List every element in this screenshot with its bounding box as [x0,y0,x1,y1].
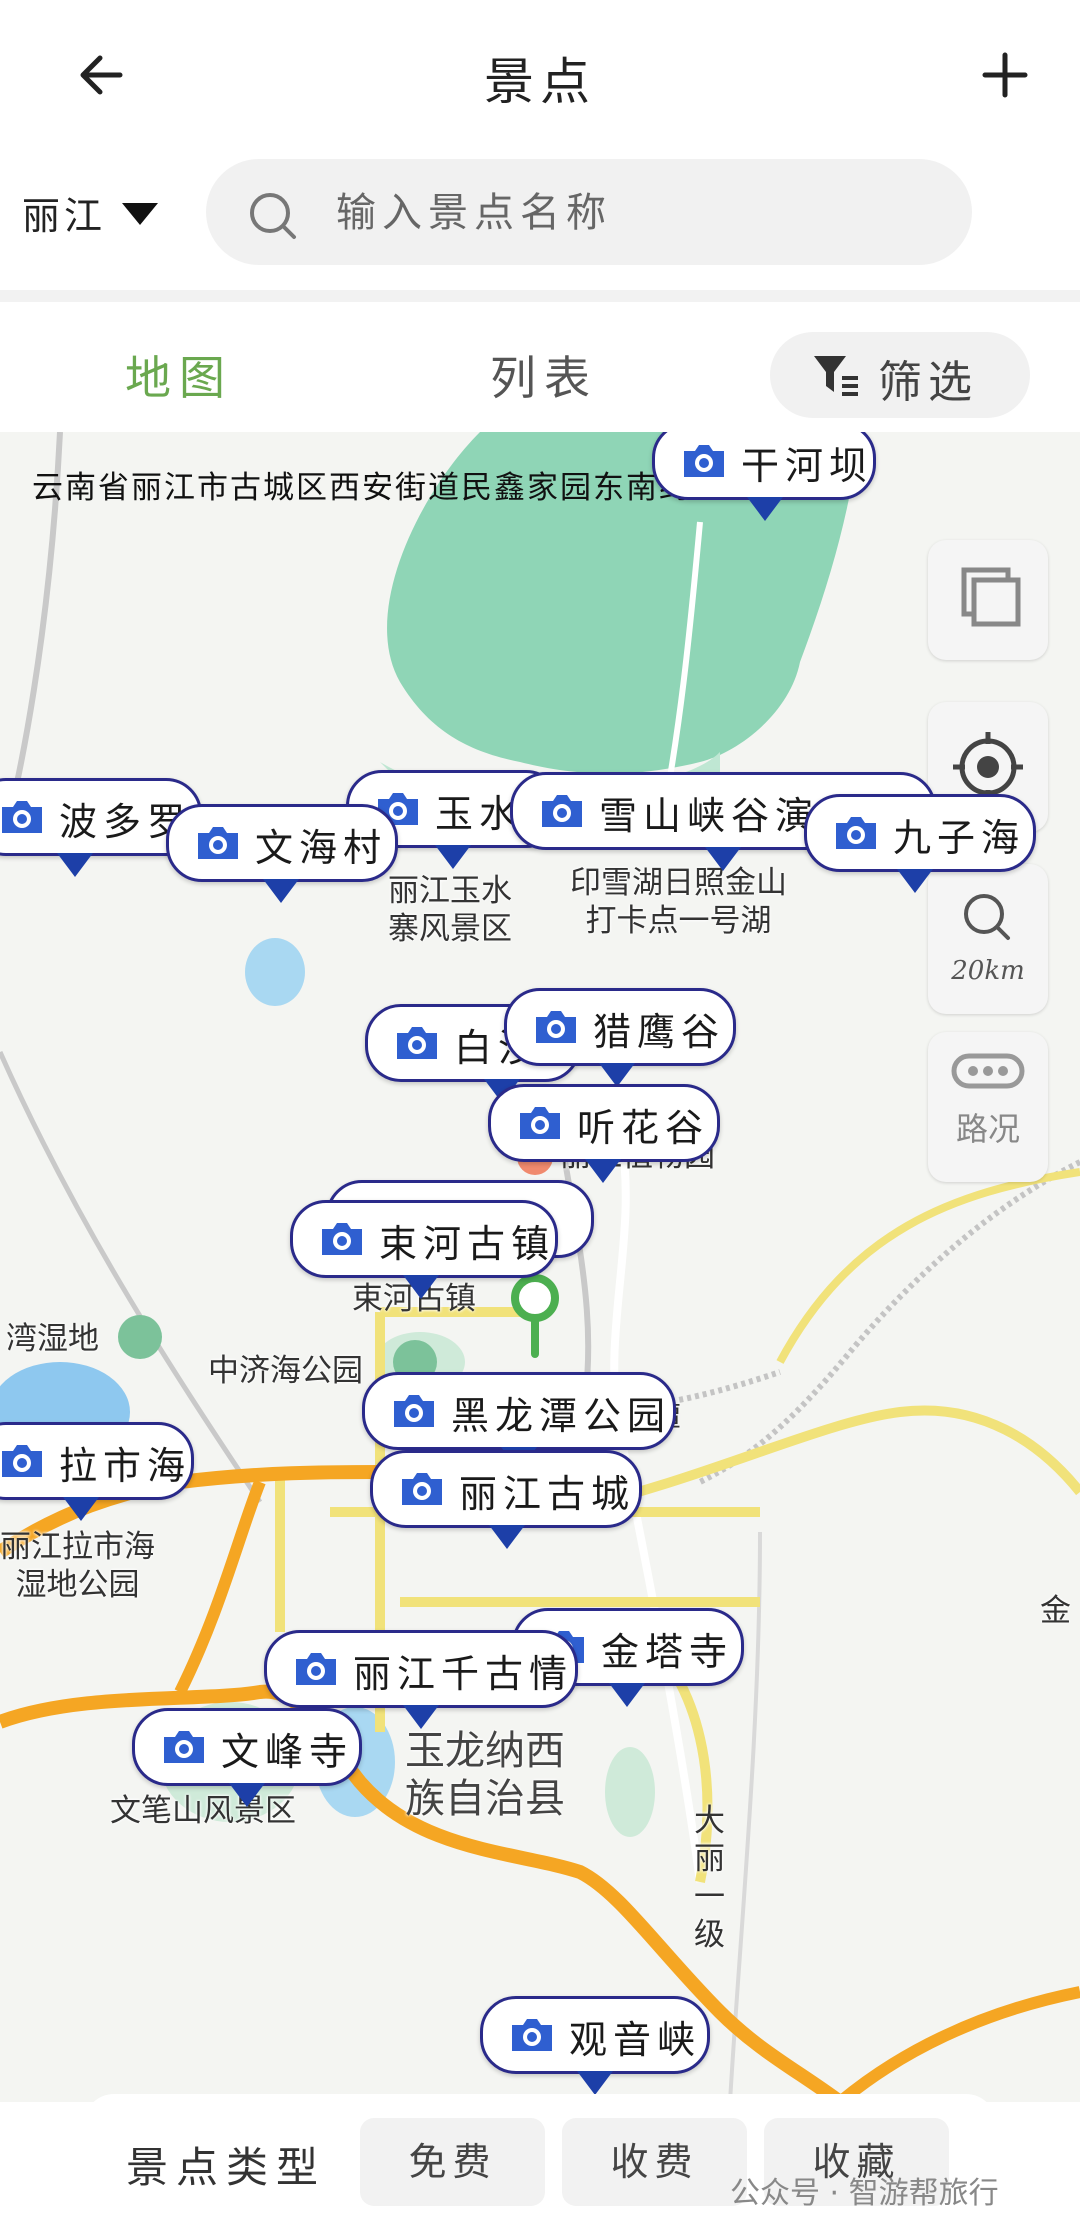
poi-pin [489,1525,525,1549]
map-label-yulong: 玉龙纳西 族自治县 [405,1728,565,1822]
poi-label: 文海村 [255,826,388,870]
poi-label: 丽江古城 [459,1472,636,1516]
traffic-label: 路况 [955,1110,1020,1148]
poi-pin [897,869,933,893]
poi-marker[interactable]: 黑龙潭公园 [362,1372,676,1471]
camera-icon [536,1011,576,1043]
filter-button[interactable]: 筛选 [770,332,1030,418]
poi-marker[interactable]: 猎鹰谷 [504,988,736,1087]
poi-marker[interactable]: 文峰寺 [132,1708,362,1807]
filter-label: 筛选 [878,357,978,408]
tab-map[interactable]: 地图 [125,342,233,408]
poi-pin [63,1497,99,1521]
poi-pin [705,847,741,871]
poi-pin [263,879,299,903]
chip-paid[interactable]: 收费 [562,2118,747,2206]
camera-icon [397,1027,437,1059]
page-title: 景点 [484,53,596,111]
camera-icon [2,801,42,833]
poi-marker[interactable]: 听花谷 [488,1084,720,1183]
traffic-button[interactable]: 路况 [928,1032,1048,1182]
poi-marker[interactable]: 丽江千古情 [264,1630,578,1729]
poi-pin [229,1783,265,1807]
poi-pin [747,497,783,521]
city-selector[interactable]: 丽江 [22,185,106,240]
camera-icon [394,1395,434,1427]
poi-marker[interactable]: 束河古镇 [290,1200,558,1299]
search-input[interactable] [334,159,938,267]
add-icon[interactable] [970,40,1040,110]
camera-icon [402,1473,442,1505]
watermark: 公众号 · 智游帮旅行 [730,2176,999,2211]
caret-down-icon[interactable] [118,199,162,229]
map-label-yushuizhai: 丽江玉水 寨风景区 [388,873,512,947]
layers-button[interactable] [928,540,1048,660]
poi-label: 听花谷 [577,1106,710,1150]
poi-marker[interactable]: 拉市海 [0,1422,194,1521]
poi-pin [57,853,93,877]
poi-pin [435,845,471,869]
camera-icon [542,795,582,827]
poi-label: 九子海 [893,816,1026,860]
filter-icon [814,356,858,396]
poi-pin [403,1705,439,1729]
map-view[interactable]: 云南省丽江市古城区西安街道民鑫家园东南约61米 丽江玉水 寨风景区 印雪湖日照金… [0,432,1080,2102]
zoom-scale-label: 20km [951,956,1025,986]
zoom-icon [964,894,1010,940]
camera-icon [684,445,724,477]
map-label-zhongji: 中济海公园 [208,1353,363,1389]
poi-pin [577,2071,613,2095]
view-tabs: 地图 列表 筛选 [0,302,1080,432]
top-bar: 景点 [0,0,1080,150]
poi-label: 干河坝 [741,444,874,488]
traffic-icon [951,1053,1025,1089]
map-label-lashihai: 丽江拉市海 湿地公园 [0,1529,155,1603]
poi-pin [403,1275,439,1299]
camera-icon [322,1223,362,1255]
zoom-scale-button[interactable]: 20km [928,864,1048,1014]
poi-label: 黑龙潭公园 [451,1394,672,1438]
poi-label: 文峰寺 [221,1730,354,1774]
tab-list[interactable]: 列表 [490,342,598,408]
poi-marker[interactable]: 干河坝 [652,432,876,521]
poi-pin [609,1683,645,1707]
camera-icon [520,1107,560,1139]
poi-pin [585,1159,621,1183]
search-icon [250,193,296,239]
map-label-wetland: 湾湿地 [6,1321,99,1357]
camera-icon [164,1731,204,1763]
map-label-lake: 印雪湖日照金山 打卡点一号湖 [570,865,787,939]
poi-label: 丽江千古情 [353,1652,574,1696]
search-box[interactable] [206,159,972,267]
map-label-wenbi: 文笔山风景区 [110,1793,296,1829]
poi-label: 猎鹰谷 [593,1010,726,1054]
poi-label: 拉市海 [59,1444,192,1488]
camera-icon [836,817,876,849]
city-search-row: 丽江 [0,155,1080,275]
camera-icon [2,1445,42,1477]
poi-marker[interactable]: 丽江古城 [370,1450,642,1549]
poi-marker[interactable]: 文海村 [166,804,398,903]
layers-icon [961,567,1021,627]
poi-marker[interactable]: 观音峡 [480,1996,710,2095]
poi-marker[interactable]: 九子海 [804,794,1036,893]
poi-label: 金塔寺 [601,1630,734,1674]
chip-free[interactable]: 免费 [360,2118,545,2206]
type-label: 景点类型 [126,2143,327,2192]
poi-label: 观音峡 [569,2018,702,2062]
map-label-jin: 金 [1040,1593,1071,1629]
bottom-type-bar: 景点类型 免费 收费 收藏 [84,2094,996,2233]
camera-icon [296,1653,336,1685]
camera-icon [198,827,238,859]
camera-icon [512,2019,552,2051]
map-label-dali-highway: 大 丽 一 级 [694,1803,725,1953]
poi-label: 束河古镇 [379,1222,556,1266]
divider [0,290,1080,302]
